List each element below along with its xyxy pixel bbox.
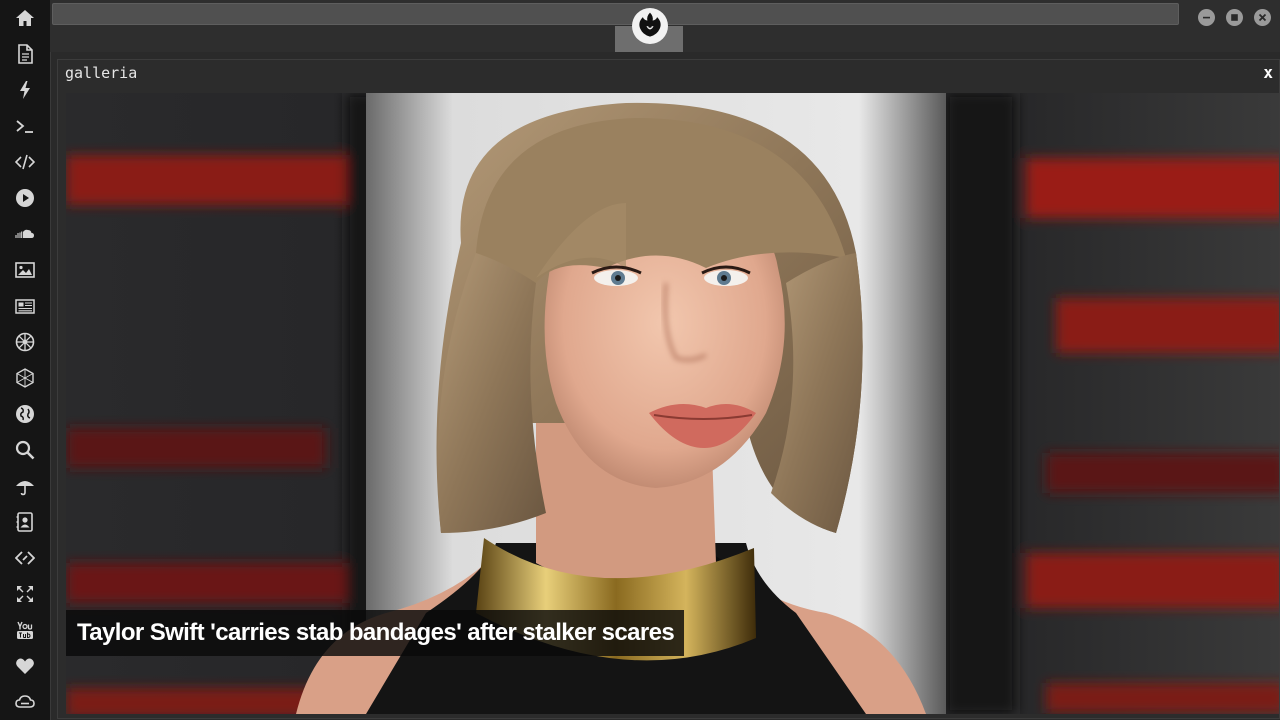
- close-window-button[interactable]: [1254, 9, 1271, 26]
- heart-icon[interactable]: [13, 654, 37, 678]
- gallery-panel: galleria x Taylor Swift 'carries stab ba…: [57, 59, 1280, 719]
- sidebar: [0, 0, 51, 720]
- document-icon[interactable]: [13, 42, 37, 66]
- code-fork-icon[interactable]: [13, 546, 37, 570]
- rebel-alliance-icon[interactable]: [632, 8, 668, 44]
- newspaper-icon[interactable]: [13, 294, 37, 318]
- home-icon[interactable]: [13, 6, 37, 30]
- code-icon[interactable]: [13, 150, 37, 174]
- minimize-icon: [1203, 16, 1210, 19]
- address-bar[interactable]: [52, 3, 1179, 25]
- close-icon: [1258, 13, 1267, 22]
- expand-icon[interactable]: [13, 582, 37, 606]
- terminal-icon[interactable]: [13, 114, 37, 138]
- image-icon[interactable]: [13, 258, 37, 282]
- globe-icon[interactable]: [13, 402, 37, 426]
- search-icon[interactable]: [13, 438, 37, 462]
- empire-icon[interactable]: [13, 330, 37, 354]
- panel-title: galleria: [65, 64, 138, 82]
- cloud-link-icon[interactable]: [13, 690, 37, 714]
- photo-caption: Taylor Swift 'carries stab bandages' aft…: [66, 610, 685, 656]
- youtube-icon[interactable]: [13, 618, 37, 642]
- bolt-icon[interactable]: [13, 78, 37, 102]
- panel-close-button[interactable]: x: [1263, 63, 1273, 82]
- gallery-photo[interactable]: Taylor Swift 'carries stab bandages' aft…: [66, 93, 1279, 714]
- top-bar: [50, 0, 1280, 52]
- maximize-icon: [1231, 14, 1238, 21]
- contact-card-icon[interactable]: [13, 510, 37, 534]
- maximize-button[interactable]: [1226, 9, 1243, 26]
- umbrella-icon[interactable]: [13, 474, 37, 498]
- hexagon-icon[interactable]: [13, 366, 37, 390]
- play-icon[interactable]: [13, 186, 37, 210]
- soundcloud-icon[interactable]: [13, 222, 37, 246]
- minimize-button[interactable]: [1198, 9, 1215, 26]
